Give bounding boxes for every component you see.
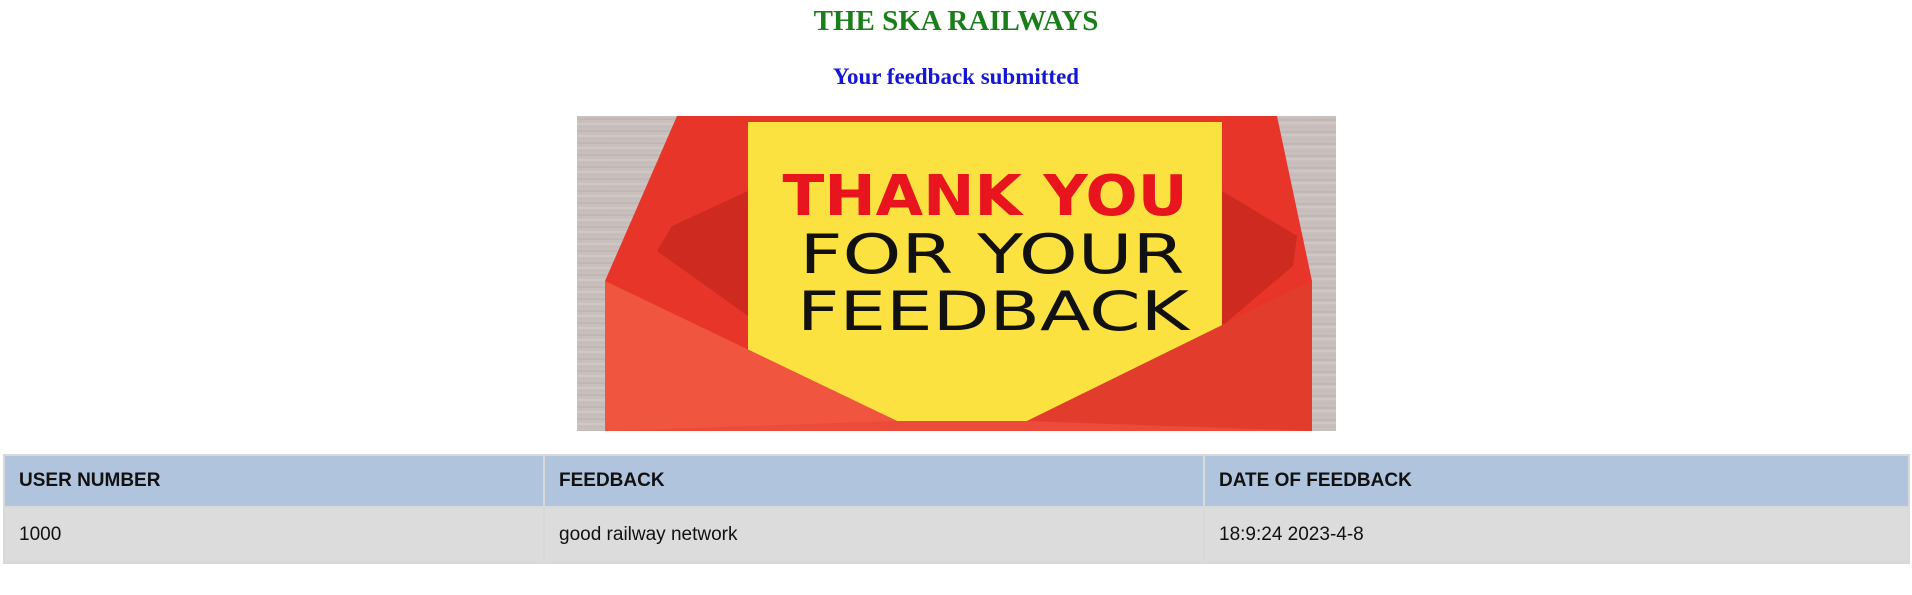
feedback-table: USER NUMBER FEEDBACK DATE OF FEEDBACK 10… bbox=[3, 454, 1910, 564]
cell-date: 18:9:24 2023-4-8 bbox=[1205, 508, 1908, 562]
for-your-text: FOR YOUR bbox=[800, 223, 1185, 286]
table-header-row: USER NUMBER FEEDBACK DATE OF FEEDBACK bbox=[5, 456, 1908, 506]
column-header-user-number: USER NUMBER bbox=[5, 456, 543, 506]
column-header-feedback: FEEDBACK bbox=[545, 456, 1203, 506]
cell-feedback: good railway network bbox=[545, 508, 1203, 562]
thank-you-image: THANK YOU FOR YOUR FEEDBACK bbox=[577, 116, 1336, 431]
site-title: THE SKA RAILWAYS bbox=[813, 5, 1099, 37]
feedback-confirmation-page: THE SKA RAILWAYS Your feedback submitted… bbox=[0, 0, 1912, 595]
cell-user-number: 1000 bbox=[5, 508, 543, 562]
submission-message: Your feedback submitted bbox=[832, 64, 1080, 89]
feedback-text: FEEDBACK bbox=[797, 280, 1191, 343]
column-header-date: DATE OF FEEDBACK bbox=[1205, 456, 1908, 506]
table-row: 1000 good railway network 18:9:24 2023-4… bbox=[5, 508, 1908, 562]
thank-you-text: THANK YOU bbox=[783, 164, 1188, 229]
